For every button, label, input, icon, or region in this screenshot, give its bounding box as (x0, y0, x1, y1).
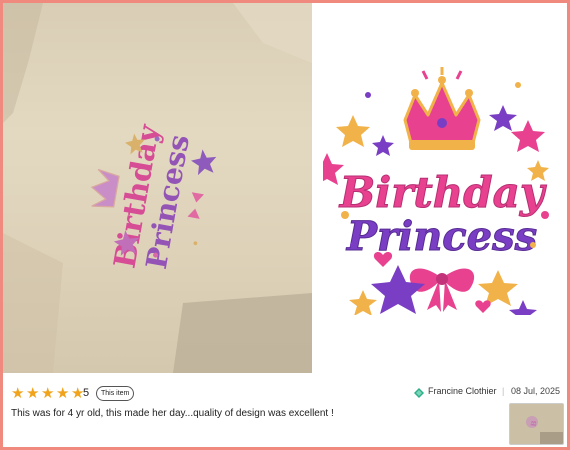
review-section: ★ ★ ★ ★ ★ 5 This item Francine Clothier … (3, 375, 567, 447)
product-design-image[interactable]: Birthday Princess (323, 65, 561, 315)
star-icon: ★ (26, 385, 40, 402)
review-text: This was for 4 yr old, this made her day… (11, 408, 334, 419)
star-icon: ★ (56, 385, 70, 402)
separator: | (502, 386, 505, 396)
shirt-fabric: Birthday Princess (3, 3, 312, 373)
seller-icon (414, 388, 424, 398)
this-item-badge: This item (96, 386, 135, 401)
bow-icon (409, 268, 475, 312)
review-photo-thumbnail[interactable]: B (509, 403, 564, 445)
crown-icon (403, 67, 481, 150)
design-word-birthday: Birthday (339, 168, 547, 217)
star-icon: ★ (11, 385, 25, 402)
star-rating: ★ ★ ★ ★ ★ (11, 385, 85, 403)
design-word-princess: Princess (346, 213, 537, 260)
rating-value: 5 (83, 387, 90, 399)
thumbnail-image: B (510, 404, 563, 444)
review-date: 08 Jul, 2025 (511, 386, 561, 396)
customer-photo[interactable]: Birthday Princess (3, 3, 312, 373)
review-card: Birthday Princess Birthday Princess ★ ★ … (3, 3, 567, 447)
seller-name[interactable]: Francine Clothier (428, 386, 497, 396)
star-icon: ★ (41, 385, 55, 402)
